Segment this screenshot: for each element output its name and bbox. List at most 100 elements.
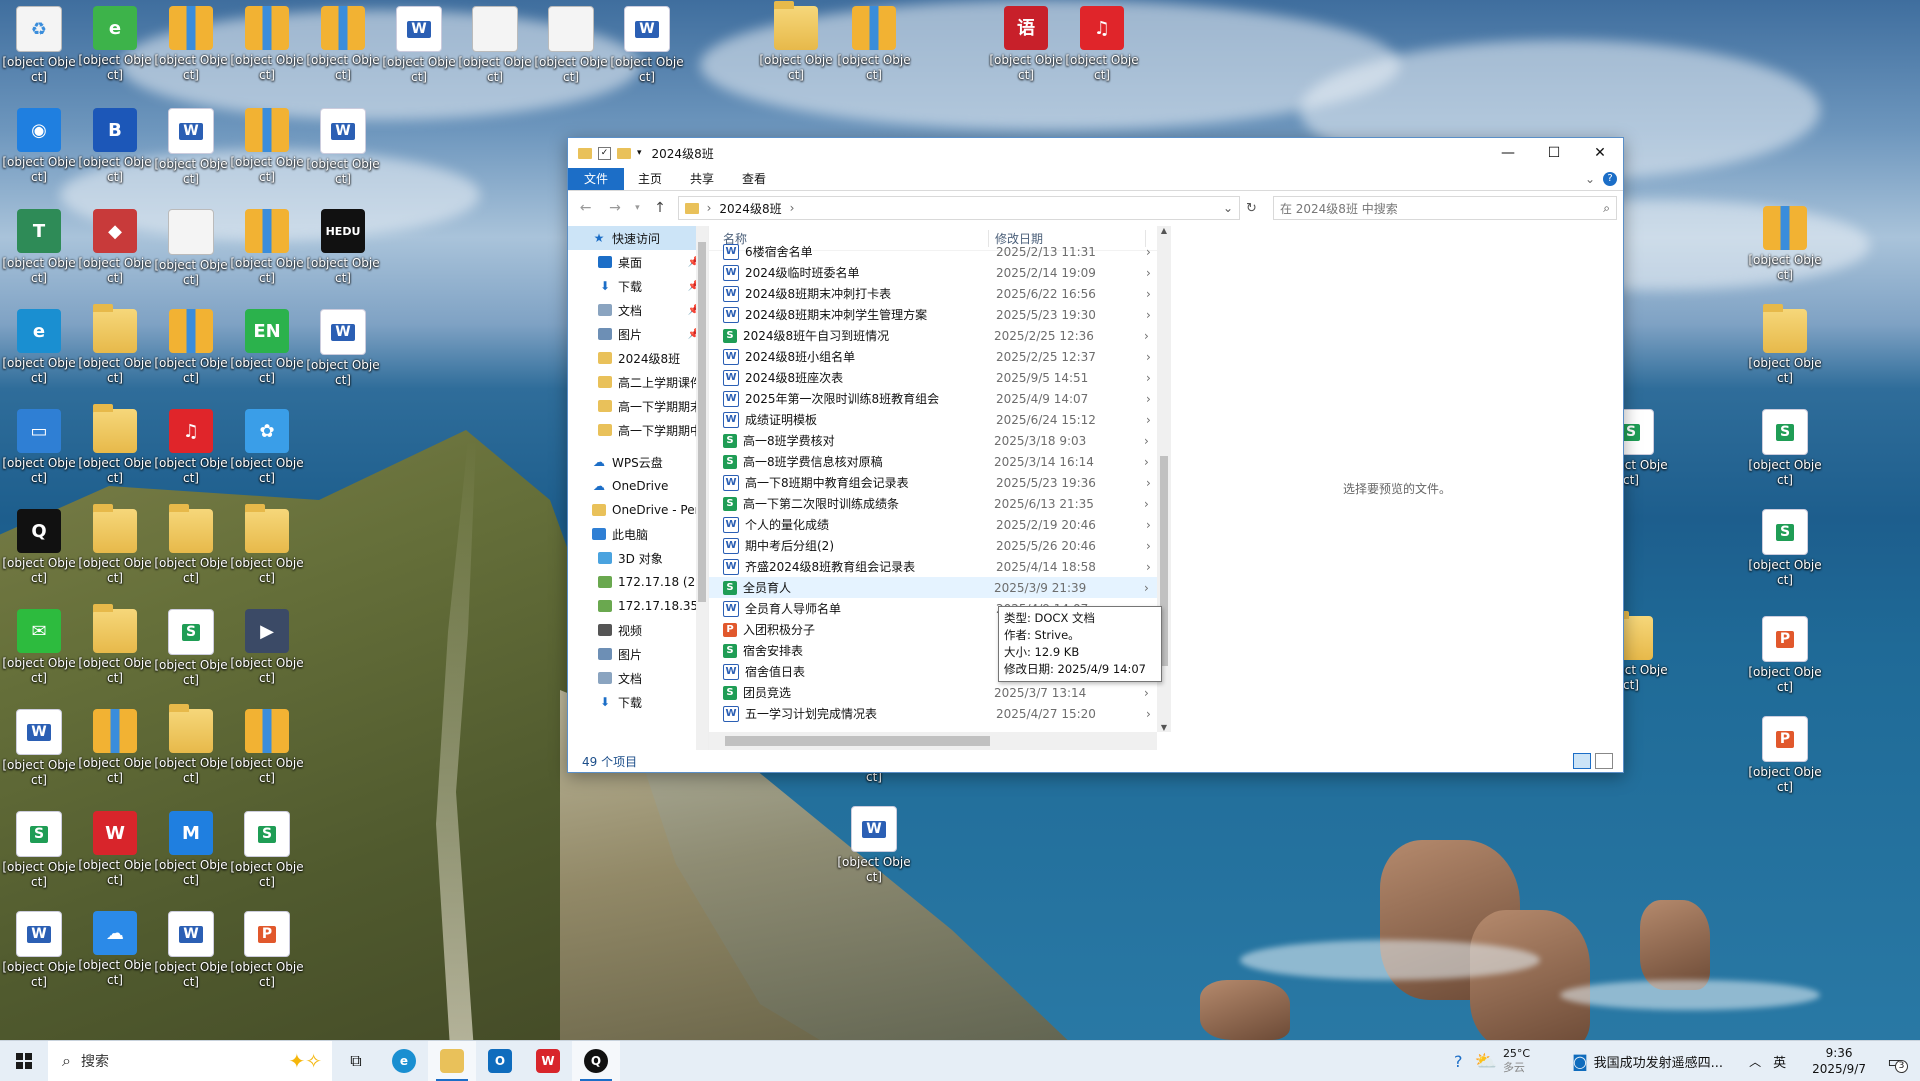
desktop-icon[interactable]: W [object Object] [0,703,78,788]
file-row[interactable]: S 高一8班学费信息核对原稿 2025/3/14 16:14 › [709,451,1171,472]
desktop-icon[interactable]: W [object Object] [304,303,382,388]
close-button[interactable]: ✕ [1577,138,1623,168]
file-row[interactable]: W 2024级8班期末冲刺学生管理方案 2025/5/23 19:30 › [709,304,1171,325]
nav-item[interactable]: 172.17.18.35 [568,594,708,618]
file-row[interactable]: S 2024级8班午自习到班情况 2025/2/25 12:36 › [709,325,1171,346]
desktop-icon[interactable]: [object Object] [76,703,154,786]
task-view-button[interactable]: ⧉ [332,1041,380,1081]
desktop-icon[interactable]: S [object Object] [1746,403,1824,488]
desktop-icon[interactable]: W [object Object] [152,905,230,990]
help-icon[interactable]: ? [1603,172,1617,186]
desktop-icon[interactable]: P [object Object] [1746,710,1824,795]
nav-item[interactable]: 桌面 📌 [568,250,708,274]
desktop-icon[interactable]: ☁ [object Object] [76,905,154,988]
file-row[interactable]: W 成绩证明模板 2025/6/24 15:12 › [709,409,1171,430]
up-button[interactable]: ↑ [648,200,671,216]
desktop-icon[interactable]: 语 [object Object] [987,0,1065,83]
desktop-icon[interactable]: Q [object Object] [0,503,78,586]
details-view-button[interactable] [1573,753,1591,769]
desktop-icon[interactable]: ▭ [object Object] [0,403,78,486]
desktop-icon[interactable]: W [object Object] [76,805,154,888]
desktop-icon[interactable]: [object Object] [152,0,230,83]
desktop-icon[interactable]: [object Object] [757,0,835,83]
properties-icon[interactable]: ✓ [598,146,611,160]
file-row[interactable]: W 齐盛2024级8班教育组会记录表 2025/4/14 18:58 › [709,556,1171,577]
desktop-icon[interactable]: S [object Object] [152,603,230,688]
desktop-icon[interactable]: P [object Object] [1746,610,1824,695]
desktop-icon[interactable]: [object Object] [76,603,154,686]
navigation-pane[interactable]: ★ 快速访问 桌面 📌 ⬇ 下载 📌 文档 📌 图片 📌 2024级8班 高二上学期课件 高一下学期期末高… [568,226,709,750]
desktop-icon[interactable]: [object Object] [228,102,306,185]
desktop-icon[interactable]: [object Object] [228,0,306,83]
nav-scrollbar[interactable] [696,226,708,750]
file-row[interactable]: W 2024级8班小组名单 2025/2/25 12:37 › [709,346,1171,367]
desktop-icon[interactable]: T [object Object] [0,203,78,286]
address-dropdown-icon[interactable]: ⌄ [1223,201,1233,215]
desktop-icon[interactable]: [object Object] [304,0,382,83]
desktop-icon[interactable]: e [object Object] [0,303,78,386]
taskbar-qq[interactable]: Q [572,1041,620,1081]
desktop-icon[interactable]: [object Object] [532,0,610,85]
desktop-icon[interactable]: [object Object] [835,0,913,83]
nav-item[interactable]: 172.17.18 (2).3 [568,570,708,594]
recent-locations-icon[interactable]: ▾ [633,203,643,213]
file-row[interactable]: S 高一下第二次限时训练成绩条 2025/6/13 21:35 › [709,493,1171,514]
search-input[interactable]: 在 2024级8班 中搜索 ⌕ [1272,196,1617,220]
start-button[interactable] [0,1041,48,1081]
taskbar-file-explorer[interactable] [428,1041,476,1081]
desktop-icon[interactable]: P [object Object] [228,905,306,990]
clock[interactable]: 9:36 2025/9/7 [1812,1045,1866,1077]
desktop-icon[interactable]: M [object Object] [152,805,230,888]
scroll-down-icon[interactable]: ▼ [1157,723,1171,732]
desktop-icon[interactable]: [object Object] [152,703,230,786]
nav-item[interactable]: 此电脑 [568,522,708,546]
tab-file[interactable]: 文件 [568,168,625,190]
news-widget[interactable]: ◙ 我国成功发射遥感四... [1572,1052,1723,1071]
file-row[interactable]: W 2024级8班期末冲刺打卡表 2025/6/22 16:56 › [709,283,1171,304]
nav-item[interactable]: 3D 对象 [568,546,708,570]
file-row[interactable]: W 五一学习计划完成情况表 2025/4/27 15:20 › [709,703,1171,724]
file-row[interactable]: W 高一下8班期中教育组会记录表 2025/5/23 19:36 › [709,472,1171,493]
horizontal-scrollbar[interactable] [709,732,1157,750]
file-row[interactable]: W 2024级临时班委名单 2025/2/14 19:09 › [709,262,1171,283]
desktop-icon[interactable]: ◉ [object Object] [0,102,78,185]
file-row[interactable]: W 个人的量化成绩 2025/2/19 20:46 › [709,514,1171,535]
desktop-icon[interactable]: B [object Object] [76,102,154,185]
desktop-icon[interactable]: e [object Object] [76,0,154,83]
desktop-icon[interactable]: W [object Object] [608,0,686,85]
taskbar-outlook[interactable]: O [476,1041,524,1081]
nav-item[interactable]: 高二上学期课件 [568,370,708,394]
desktop-icon[interactable]: [object Object] [1746,303,1824,386]
desktop-icon[interactable]: ♫ [object Object] [152,403,230,486]
new-folder-icon[interactable] [617,147,631,159]
nav-item[interactable]: ☁ OneDrive [568,474,708,498]
weather-widget[interactable]: ⛅ 25°C 多云 [1475,1047,1531,1075]
nav-item[interactable]: 视频 [568,618,708,642]
expand-ribbon-icon[interactable]: ⌄ [1585,172,1595,186]
desktop-icon[interactable]: [object Object] [76,503,154,586]
desktop-icon[interactable]: [object Object] [152,503,230,586]
desktop-icon[interactable]: ✉ [object Object] [0,603,78,686]
desktop-icon[interactable]: S [object Object] [0,805,78,890]
breadcrumb[interactable]: 2024级8班 [719,200,781,217]
file-row[interactable]: W 2024级8班座次表 2025/9/5 14:51 › [709,367,1171,388]
input-method-indicator[interactable]: 英 [1773,1052,1786,1071]
file-row[interactable]: S 全员育人 2025/3/9 21:39 › [709,577,1171,598]
desktop-icon[interactable]: HEDU [object Object] [304,203,382,286]
desktop-icon[interactable]: [object Object] [228,703,306,786]
notification-center-button[interactable]: 3 ▭ [1878,1041,1912,1081]
tab-view[interactable]: 查看 [728,168,780,190]
desktop-icon[interactable]: [object Object] [456,0,534,85]
desktop-icon[interactable]: ◆ [object Object] [76,203,154,286]
tab-share[interactable]: 共享 [676,168,728,190]
desktop-icon[interactable]: [object Object] [228,503,306,586]
desktop-icon[interactable]: [object Object] [76,303,154,386]
file-row[interactable]: W 6楼宿舍名单 2025/2/13 11:31 › [709,241,1171,262]
desktop-icon[interactable]: W [object Object] [152,102,230,187]
address-bar[interactable]: › 2024级8班 › ⌄ [677,196,1241,220]
file-row[interactable]: S 团员竞选 2025/3/7 13:14 › [709,682,1171,703]
file-row[interactable]: W 期中考后分组(2) 2025/5/26 20:46 › [709,535,1171,556]
desktop-icon[interactable]: ✿ [object Object] [228,403,306,486]
desktop-icon[interactable]: W [object Object] [0,905,78,990]
taskbar-search[interactable]: ⌕ 搜索 ✦✧ [48,1041,332,1081]
